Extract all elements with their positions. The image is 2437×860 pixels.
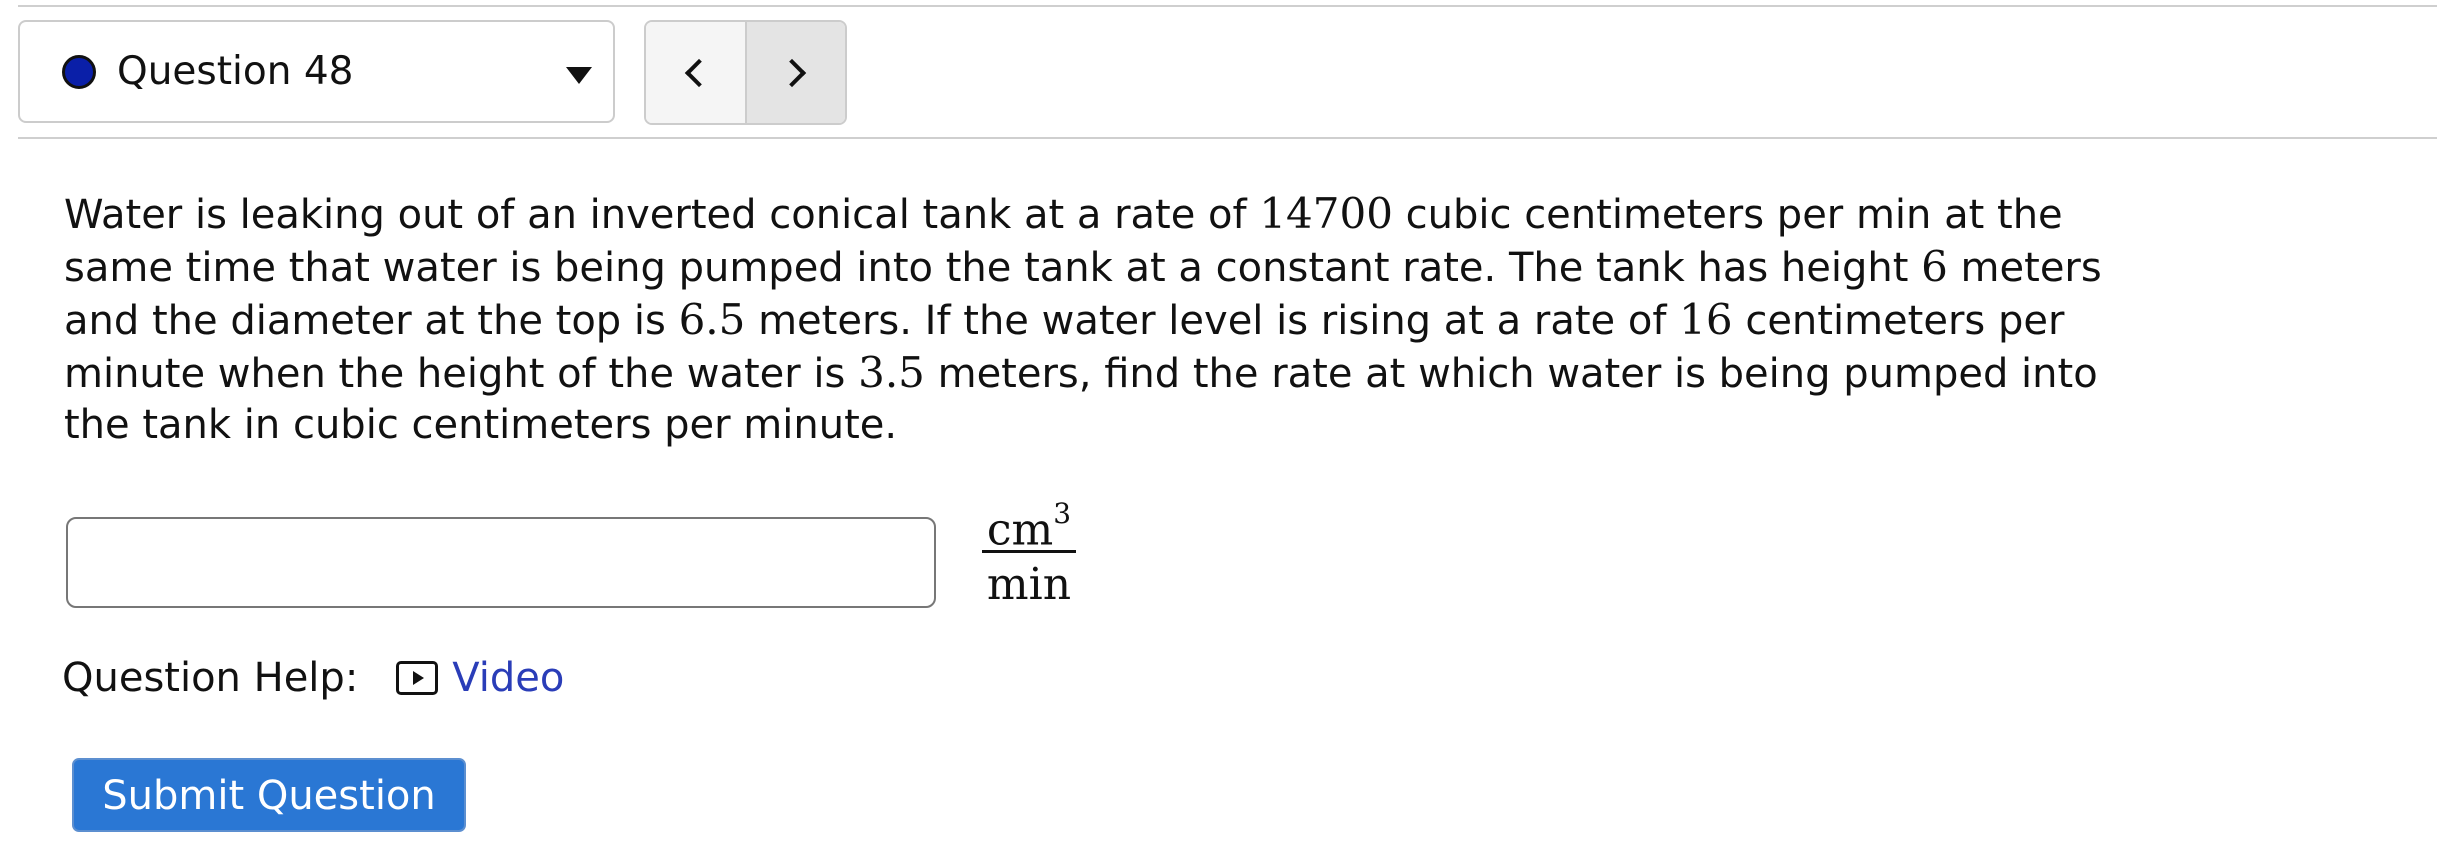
chevron-right-icon — [777, 58, 806, 87]
unit-exponent: 3 — [1053, 497, 1072, 530]
question-status-dot — [62, 55, 96, 89]
question-text-segment: meters. If the water level is rising at … — [745, 298, 1680, 344]
previous-question-button[interactable] — [646, 22, 747, 123]
unit-denominator: min — [986, 559, 1072, 610]
math-value: 6 — [1921, 242, 1948, 291]
question-help: Question Help: Video — [62, 652, 564, 704]
submit-question-button[interactable]: Submit Question — [72, 758, 466, 832]
math-value: 16 — [1679, 295, 1733, 344]
question-selector-dropdown[interactable]: Question 48 — [18, 20, 615, 123]
unit-numerator-text: cm — [986, 504, 1054, 556]
header-divider — [18, 137, 2437, 139]
math-value: 3.5 — [858, 348, 925, 397]
question-help-label: Question Help: — [62, 655, 359, 701]
video-help-link[interactable]: Video — [396, 652, 564, 704]
question-navigation — [644, 20, 847, 125]
question-selector-label: Question 48 — [117, 49, 354, 94]
answer-input[interactable] — [66, 517, 936, 608]
answer-unit: cm3 min — [980, 490, 1078, 615]
question-text-segment: Water is leaking out of an inverted coni… — [64, 192, 1260, 238]
top-border — [18, 5, 2437, 7]
math-value: 14700 — [1259, 189, 1393, 238]
question-text: Water is leaking out of an inverted coni… — [64, 188, 2154, 451]
video-link-label: Video — [452, 655, 565, 701]
next-question-button[interactable] — [746, 22, 845, 123]
chevron-left-icon — [685, 58, 714, 87]
caret-down-icon — [566, 67, 592, 84]
unit-numerator: cm3 — [980, 490, 1078, 556]
video-play-icon — [396, 661, 439, 695]
math-value: 6.5 — [678, 295, 746, 344]
